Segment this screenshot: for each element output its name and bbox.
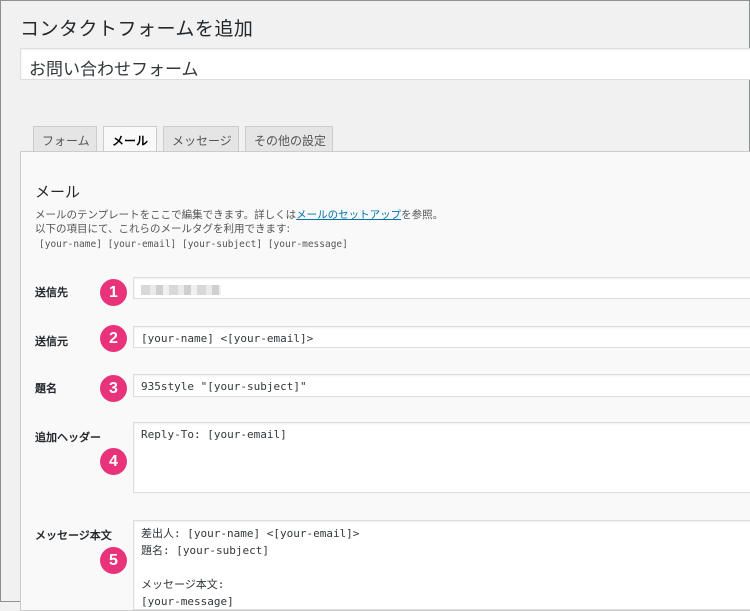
- mail-description: メールのテンプレートをここで編集できます。詳しくはメールのセットアップを参照。 …: [35, 208, 443, 236]
- subject-field[interactable]: 935style "[your-subject]": [133, 374, 750, 397]
- body-line: 差出人: [your-name] <[your-email]>: [141, 527, 360, 540]
- tab-mail[interactable]: メール: [103, 126, 157, 153]
- desc-line-2: 以下の項目にて、これらのメールタグを利用できます:: [35, 223, 291, 235]
- desc-text: メールのテンプレートをここで編集できます。詳しくは: [35, 209, 297, 221]
- body-line: [141, 559, 750, 576]
- page-title: コンタクトフォームを追加: [20, 18, 254, 40]
- badge-1: 1: [100, 279, 127, 306]
- subject-label: 題名: [35, 382, 57, 395]
- desc-text-end: を参照。: [401, 209, 444, 221]
- to-label: 送信先: [35, 286, 68, 299]
- to-field[interactable]: [133, 277, 750, 299]
- headers-label: 追加ヘッダー: [35, 431, 101, 444]
- tab-messages[interactable]: メッセージ: [163, 126, 239, 152]
- mail-setup-link[interactable]: メールのセットアップ: [296, 209, 401, 221]
- body-line: メッセージ本文:: [141, 578, 225, 591]
- mail-section-heading: メール: [35, 183, 81, 201]
- from-field[interactable]: [your-name] <[your-email]>: [133, 326, 750, 348]
- badge-4: 4: [100, 448, 127, 475]
- tab-additional-settings[interactable]: その他の設定: [245, 126, 333, 152]
- from-label: 送信元: [35, 335, 68, 348]
- body-textarea[interactable]: 差出人: [your-name] <[your-email]> 題名: [you…: [133, 520, 750, 610]
- mail-tags: [your-name] [your-email] [your-subject] …: [39, 239, 348, 250]
- badge-3: 3: [100, 375, 127, 402]
- tab-form[interactable]: フォーム: [33, 126, 97, 152]
- badge-2: 2: [100, 325, 127, 352]
- headers-textarea[interactable]: Reply-To: [your-email]: [133, 422, 750, 493]
- form-title-input[interactable]: お問い合わせフォーム: [20, 48, 750, 80]
- badge-5: 5: [100, 547, 127, 574]
- body-line: 題名: [your-subject]: [141, 544, 269, 557]
- redacted-email: [141, 285, 221, 295]
- body-label: メッセージ本文: [35, 529, 112, 542]
